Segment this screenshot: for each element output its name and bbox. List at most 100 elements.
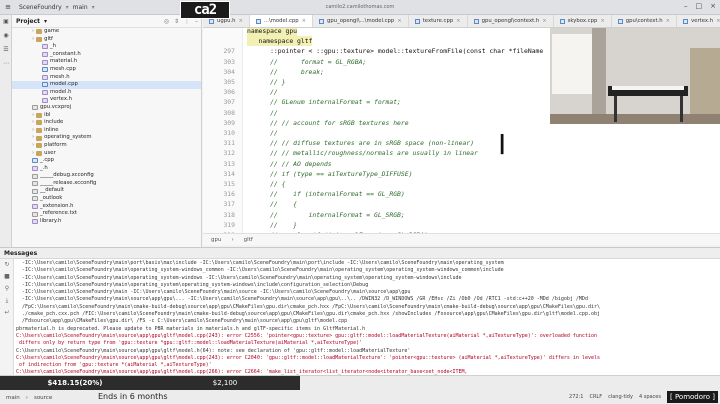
close-tab-icon[interactable]: × [238, 18, 242, 24]
editor-tab[interactable]: texture.cpp × [409, 15, 468, 27]
tree-item[interactable]: › gltf [12, 36, 201, 44]
tree-item[interactable]: _outlook [12, 195, 201, 203]
more-icon[interactable]: ⋯ [0, 57, 12, 71]
message-line[interactable]: -IC:\Users\camilo\SceneFoundry\main\oper… [16, 282, 720, 289]
tree-item[interactable]: material.h [12, 58, 201, 66]
editor-tab[interactable]: gpu_opengl\context.h × [468, 15, 554, 27]
collapse-icon[interactable]: ⇕ [174, 18, 179, 25]
chevron-right-icon[interactable]: › [32, 28, 34, 36]
tree-item[interactable]: __default [12, 187, 201, 195]
close-tab-icon[interactable]: × [600, 18, 604, 24]
editor-tab[interactable]: skybox.cpp × [554, 15, 612, 27]
commit-icon[interactable]: ◉ [0, 29, 12, 43]
chevron-right-icon[interactable]: › [32, 119, 34, 127]
close-tab-icon[interactable]: × [716, 18, 720, 24]
tree-item[interactable]: › include [12, 119, 201, 127]
close-tab-icon[interactable]: × [397, 18, 401, 24]
message-line[interactable]: C:\Users\camilo\SceneFoundry\main\source… [16, 348, 720, 355]
project-breadcrumb[interactable]: SceneFoundry ▾ main ▾ [19, 4, 95, 11]
tree-item-label: inline [44, 126, 59, 133]
stop-icon[interactable]: ■ [0, 271, 14, 283]
tree-item[interactable]: _extension.h [12, 203, 201, 211]
message-line[interactable]: ./cmake_pch.cxx.pch /FIC:\Users\camilo\S… [16, 311, 720, 318]
project-panel-title[interactable]: Project [16, 18, 40, 25]
chevron-down-icon[interactable]: ▾ [44, 18, 47, 25]
hamburger-menu-icon[interactable]: ≡ [3, 3, 13, 11]
code-breadcrumb-item[interactable]: gltf [244, 237, 253, 243]
close-tab-icon[interactable]: × [456, 18, 460, 24]
tree-item[interactable]: _constant.h [12, 51, 201, 59]
line-separator[interactable]: CRLF [589, 394, 602, 400]
chevron-right-icon[interactable]: › [32, 142, 34, 150]
project-name[interactable]: SceneFoundry [19, 4, 62, 11]
message-line[interactable]: -IC:\Users\camilo\SceneFoundry\main\sour… [16, 296, 720, 303]
branch-name[interactable]: main [73, 4, 88, 11]
message-line[interactable]: C:\Users\camilo\SceneFoundry\main\source… [16, 355, 720, 362]
code-text: ::pointer < ::gpu::texture> model::textu… [247, 47, 544, 56]
editor-tab[interactable]: gpu\context.h × [612, 15, 678, 27]
message-line[interactable]: differs only by return type from 'gpu::t… [16, 340, 720, 347]
tree-item[interactable]: _____debug.xcconfig [12, 172, 201, 180]
maximize-button[interactable]: □ [696, 2, 703, 10]
tree-item[interactable]: model.h [12, 89, 201, 97]
close-button[interactable]: × [710, 2, 716, 10]
chevron-right-icon[interactable]: › [32, 36, 34, 44]
tree-item[interactable]: › platform [12, 142, 201, 150]
editor-tab[interactable]: gpu_opengl\...\model.cpp × [313, 15, 409, 27]
structure-icon[interactable]: ☰ [0, 43, 12, 57]
chevron-right-icon[interactable]: › [32, 127, 34, 135]
code-breadcrumb-item[interactable]: gpu [211, 237, 221, 243]
rerun-icon[interactable]: ↻ [0, 259, 14, 271]
pomodoro-widget[interactable]: [ Pomodoro ] [666, 391, 718, 403]
tree-item[interactable]: mesh.cpp [12, 66, 201, 74]
indent-setting[interactable]: 4 spaces [639, 394, 661, 400]
scroll-to-end-icon[interactable]: ⤓ [0, 295, 14, 307]
editor-tab[interactable]: vertex.h× [677, 15, 720, 27]
folder-icon[interactable]: ▣ [0, 15, 12, 29]
tree-item[interactable]: _.cpp [12, 157, 201, 165]
tree-item[interactable]: _reference.txt [12, 210, 201, 218]
message-line[interactable]: of indirection from 'gpu::texture *(aiMa… [16, 362, 720, 369]
chevron-right-icon[interactable]: › [32, 134, 34, 142]
tree-item[interactable]: › game [12, 28, 201, 36]
tree-item[interactable]: library.h [12, 218, 201, 226]
tree-item[interactable]: _h [12, 43, 201, 51]
code-text: // if (type == aiTextureType_DIFFUSE) [247, 169, 413, 178]
tree-item[interactable]: model.cpp [12, 81, 201, 89]
close-tab-icon[interactable]: × [542, 18, 546, 24]
minimize-button[interactable]: – [684, 2, 688, 10]
tree-item[interactable]: › inline [12, 127, 201, 135]
tree-item[interactable]: › ibl [12, 112, 201, 120]
filter-icon[interactable]: ⚲ [0, 283, 14, 295]
tree-item[interactable]: › operating_system [12, 134, 201, 142]
locate-icon[interactable]: ◎ [164, 18, 169, 25]
chevron-right-icon[interactable]: › [32, 150, 34, 158]
message-line[interactable]: -IC:\Users\camilo\SceneFoundry\main\oper… [16, 267, 720, 274]
tree-item[interactable]: › user [12, 150, 201, 158]
tree-item[interactable]: vertex.h [12, 96, 201, 104]
wrap-icon[interactable]: ↵ [0, 307, 14, 319]
tree-item[interactable]: mesh.h [12, 74, 201, 82]
messages-output[interactable]: -IC:\Users\camilo\SceneFoundry\main\port… [16, 260, 720, 376]
messages-title[interactable]: Messages [4, 250, 37, 257]
tree-item[interactable]: _.h [12, 165, 201, 173]
tree-item-label: operating_system [44, 134, 92, 141]
message-line[interactable]: pbrmaterial.h is deprecated. Please upda… [16, 326, 720, 333]
close-tab-icon[interactable]: × [302, 18, 306, 24]
status-crumb[interactable]: source [34, 395, 52, 401]
message-line[interactable]: -IC:\Users\camilo\SceneFoundry\main\oper… [16, 275, 720, 282]
caret-position[interactable]: 272:1 [569, 394, 583, 400]
close-tab-icon[interactable]: × [666, 18, 670, 24]
tree-item[interactable]: gpu.vcxproj [12, 104, 201, 112]
message-line[interactable]: -IC:\Users\camilo\SceneFoundry\main -IC:… [16, 289, 720, 296]
code-style[interactable]: clang-tidy [608, 394, 633, 400]
chevron-right-icon[interactable]: › [32, 112, 34, 120]
status-crumb[interactable]: main [6, 395, 20, 401]
message-line[interactable]: /Fdsource\app\gpu\CMakeFiles\gpu.dir\ /F… [16, 318, 720, 325]
editor-tab[interactable]: ...\model.cpp × [249, 15, 314, 27]
message-line[interactable]: -IC:\Users\camilo\SceneFoundry\main\port… [16, 260, 720, 267]
message-line[interactable]: /FpC:\Users\camilo\SceneFoundry\main\cma… [16, 304, 720, 311]
tree-item[interactable]: _____release.xcconfig [12, 180, 201, 188]
message-line[interactable]: C:\Users\camilo\SceneFoundry\main\source… [16, 333, 720, 340]
file-icon [42, 90, 48, 96]
